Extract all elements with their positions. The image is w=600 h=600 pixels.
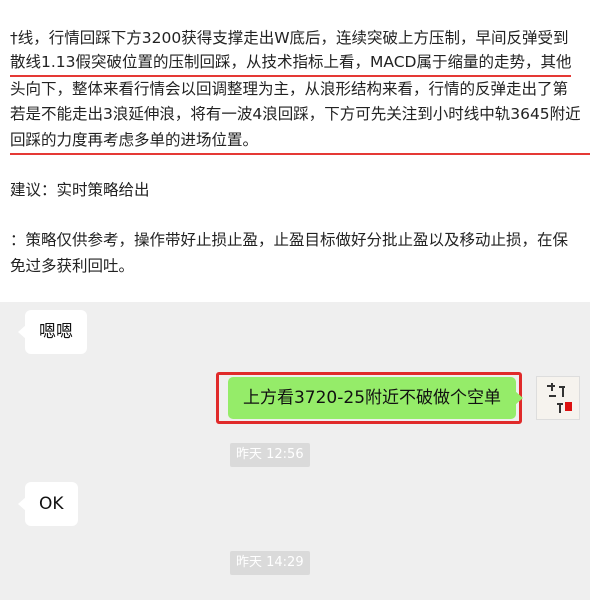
article-line: 若是不能走出3浪延伸浪，将有一波4浪回踩，下方可先关注到小时线中轨3645附近 xyxy=(10,105,581,123)
disclaimer-line: 免过多获利回吐。 xyxy=(10,257,135,275)
disclaimer-line: ：策略仅供参考，操作带好止损止盈，止盈目标做好分批止盈以及移动止损，在保 xyxy=(10,231,569,249)
timestamp: 昨天 14:29 xyxy=(230,551,310,575)
message-bubble-left[interactable]: OK xyxy=(18,482,78,526)
message-bubble-right[interactable]: 上方看3720-25附近不破做个空单 xyxy=(228,377,523,419)
article-line: 头向下，整体来看行情会以回调整理为主，从浪形结构来看，行情的反弹走出了第 xyxy=(10,80,569,98)
strategy-line: 建议：实时策略给出 xyxy=(10,181,150,199)
article-line-highlighted: 回踩的力度再考虑多单的进场位置。 xyxy=(10,130,590,155)
seal-mark xyxy=(565,402,572,411)
timestamp: 昨天 12:56 xyxy=(230,443,310,467)
calligraphy-avatar-icon[interactable] xyxy=(536,376,580,420)
message-bubble-left[interactable]: 嗯嗯 xyxy=(18,310,87,354)
article-line-highlighted: 散线1.13假突破位置的压制回踩，从技术指标上看，MACD属于缩量的走势，其他 xyxy=(10,52,572,77)
article-line: †线，行情回踩下方3200获得支撑走出W底后，连续突破上方压制，早间反弹受到 xyxy=(10,29,569,47)
article-text: †线，行情回踩下方3200获得支撑走出W底后，连续突破上方压制，早间反弹受到 散… xyxy=(0,0,600,300)
